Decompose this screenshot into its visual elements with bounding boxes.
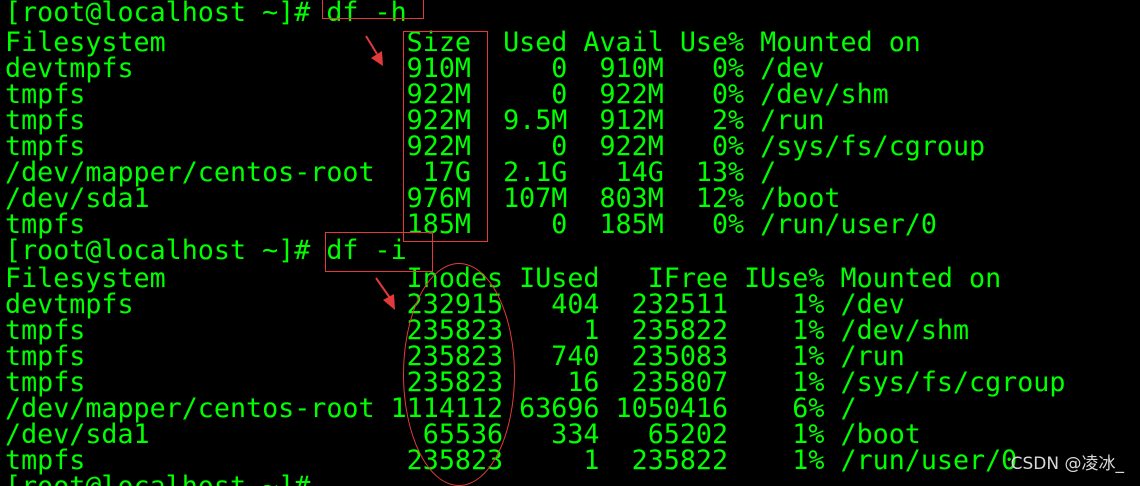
terminal-line-prompt-df-i: [root@localhost ~]# df -i [5, 235, 407, 266]
terminal-window[interactable]: [root@localhost ~]# df -h Filesystem Siz… [0, 0, 1140, 486]
terminal-line-prompt-df-h: [root@localhost ~]# df -h [5, 0, 407, 28]
terminal-line-prompt-partial: [root@localhost ~]# [5, 473, 310, 486]
csdn-watermark: CSDN @凌冰_ [1010, 454, 1124, 474]
